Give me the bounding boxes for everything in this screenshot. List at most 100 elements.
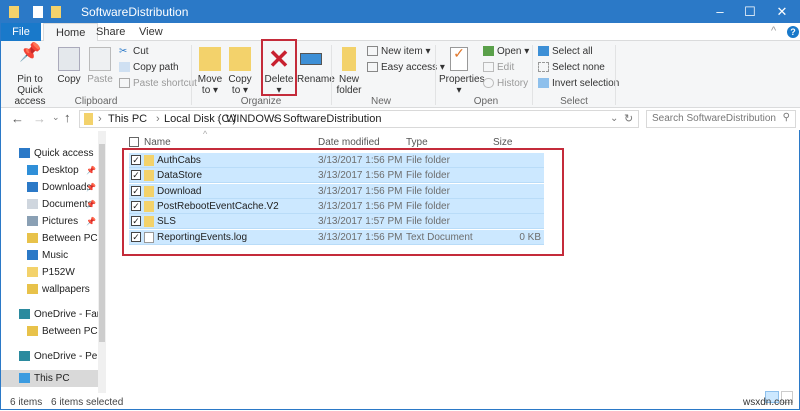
- nav-scrollbar-thumb[interactable]: [99, 144, 105, 342]
- new-folder-quick-icon[interactable]: [51, 6, 61, 18]
- nav-item[interactable]: OneDrive - Family: [1, 306, 98, 323]
- nav-item[interactable]: Between PCs: [1, 230, 98, 247]
- copy-to-button[interactable]: Copy to ▾: [227, 47, 253, 96]
- nav-item[interactable]: This PC: [1, 370, 98, 387]
- recent-locations-button[interactable]: ⌄: [52, 112, 60, 123]
- new-folder-button[interactable]: New folder: [335, 47, 363, 96]
- breadcrumb-softwaredistribution[interactable]: SoftwareDistribution: [283, 113, 381, 125]
- open-icon: [483, 46, 494, 57]
- maximize-button[interactable]: ☐: [735, 4, 765, 20]
- address-path[interactable]: › This PC › Local Disk (C:) › WINDOWS › …: [79, 110, 639, 128]
- collapse-ribbon-icon[interactable]: ^: [771, 25, 776, 37]
- nav-item[interactable]: Desktop 📌: [1, 162, 98, 179]
- folder-icon: [9, 6, 19, 18]
- help-icon[interactable]: ?: [787, 26, 799, 38]
- edit-icon: [483, 62, 494, 73]
- ribbon: 📌 Pin to Quick access Copy Paste ✂ Cut Cop…: [1, 41, 800, 108]
- nav-item-icon: [27, 284, 38, 295]
- folder-icon: [84, 113, 93, 125]
- watermark: wsxdn.com: [743, 397, 794, 408]
- select-none-button[interactable]: Select none: [538, 62, 605, 73]
- nav-item[interactable]: Documents 📌: [1, 196, 98, 213]
- nav-item-icon: [19, 351, 30, 362]
- paste-button[interactable]: Paste: [87, 47, 113, 85]
- chevron-right-icon: ›: [217, 113, 221, 125]
- easy-access-button[interactable]: Easy access ▾: [367, 62, 445, 73]
- pin-icon: 📌: [19, 42, 42, 62]
- nav-item-icon: [19, 373, 30, 384]
- column-header-size[interactable]: Size: [493, 137, 512, 148]
- column-header-name[interactable]: Name: [144, 137, 171, 148]
- divider: [532, 45, 533, 105]
- move-to-button[interactable]: Move to ▾: [197, 47, 223, 96]
- nav-item[interactable]: Pictures 📌: [1, 213, 98, 230]
- close-button[interactable]: ✕: [767, 4, 797, 20]
- back-button[interactable]: ←: [11, 111, 24, 126]
- pin-quick-access-button[interactable]: 📌 Pin to Quick access: [5, 42, 55, 107]
- pin-icon: 📌: [86, 166, 96, 175]
- nav-item-icon: [27, 199, 38, 210]
- sort-ascending-icon: ^: [203, 129, 208, 139]
- properties-icon: ✓: [450, 46, 468, 71]
- nav-item-icon: [27, 250, 38, 261]
- item-count: 6 items: [10, 397, 43, 408]
- divider: [331, 45, 332, 105]
- copy-path-icon: [119, 62, 130, 73]
- breadcrumb-this-pc[interactable]: This PC: [108, 113, 147, 125]
- search-input[interactable]: Search SoftwareDistribution ⚲: [646, 110, 796, 128]
- tab-file[interactable]: File: [1, 23, 41, 41]
- select-group-label: Select: [560, 96, 588, 107]
- breadcrumb-local-disk[interactable]: Local Disk (C:): [155, 113, 236, 125]
- divider: [435, 45, 436, 105]
- nav-item-icon: [27, 182, 38, 193]
- history-button[interactable]: History: [483, 78, 528, 89]
- nav-item[interactable]: Downloads 📌: [1, 179, 98, 196]
- invert-selection-button[interactable]: Invert selection: [538, 78, 619, 89]
- refresh-icon[interactable]: ↻: [624, 112, 633, 125]
- properties-quick-icon[interactable]: [33, 6, 43, 18]
- column-header-date[interactable]: Date modified: [318, 137, 380, 148]
- up-button[interactable]: ↑: [64, 110, 71, 125]
- nav-item-icon: [27, 233, 38, 244]
- copy-path-button[interactable]: Copy path: [119, 62, 179, 73]
- select-all-button[interactable]: Select all: [538, 46, 593, 57]
- nav-item-icon: [19, 309, 30, 320]
- rename-icon: [300, 53, 322, 65]
- tab-view[interactable]: View: [127, 23, 175, 41]
- chevron-right-icon: ›: [273, 113, 277, 125]
- new-item-icon: [367, 46, 378, 57]
- nav-item[interactable]: Music: [1, 247, 98, 264]
- scissors-icon: ✂: [119, 46, 128, 58]
- cut-button[interactable]: ✂ Cut: [119, 46, 149, 57]
- nav-item[interactable]: P152W: [1, 264, 98, 281]
- clipboard-group-label: Clipboard: [74, 96, 118, 107]
- nav-item-icon: [27, 165, 38, 176]
- chevron-down-icon[interactable]: ⌄: [610, 113, 618, 124]
- edit-button[interactable]: Edit: [483, 62, 514, 73]
- nav-item[interactable]: OneDrive - Persor: [1, 348, 98, 365]
- properties-button[interactable]: ✓ Properties ▾: [439, 46, 485, 96]
- delete-highlight-box: [261, 39, 297, 96]
- pin-icon: 📌: [86, 183, 96, 192]
- copy-icon: [58, 47, 80, 71]
- nav-item[interactable]: wallpapers: [1, 281, 98, 298]
- forward-button[interactable]: →: [33, 111, 46, 126]
- minimize-button[interactable]: –: [705, 4, 735, 19]
- column-header-type[interactable]: Type: [406, 137, 428, 148]
- rename-button[interactable]: Rename: [297, 47, 335, 85]
- select-all-icon: [538, 46, 549, 57]
- nav-item[interactable]: Quick access: [1, 145, 98, 162]
- open-button[interactable]: Open ▾: [483, 46, 529, 57]
- nav-item[interactable]: Between PCs: [1, 323, 98, 340]
- select-all-checkbox[interactable]: [129, 137, 139, 147]
- new-item-button[interactable]: New item ▾: [367, 46, 430, 57]
- new-folder-icon: [342, 47, 356, 71]
- chevron-right-icon: ›: [98, 113, 102, 125]
- invert-selection-icon: [538, 78, 549, 89]
- pin-icon: 📌: [86, 217, 96, 226]
- ribbon-tabs: File Home Share View ^ ?: [1, 23, 800, 41]
- paste-shortcut-button[interactable]: Paste shortcut: [119, 78, 197, 89]
- nav-item-icon: [27, 216, 38, 227]
- search-icon: ⚲: [782, 112, 790, 123]
- copy-button[interactable]: Copy: [57, 47, 81, 85]
